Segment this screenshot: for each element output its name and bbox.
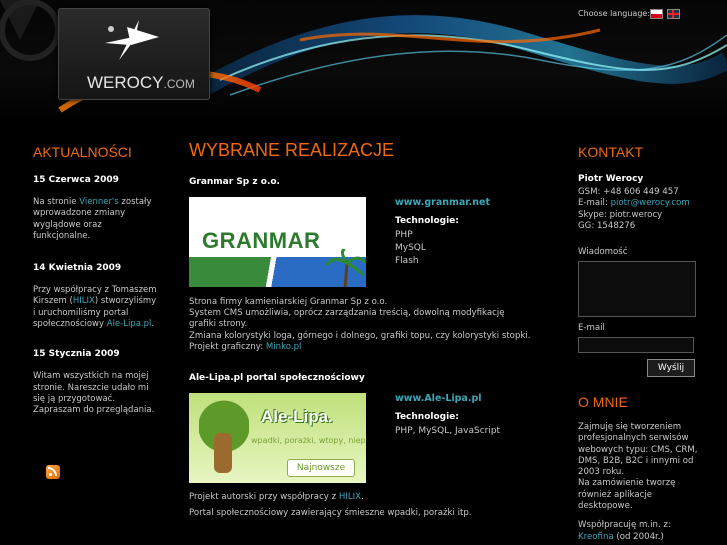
main-content: WYBRANE REALIZACJE [189, 140, 534, 161]
news-column: AKTUALNOŚCI 15 Czerwca 2009 Na stronie V… [33, 144, 158, 417]
contact-skype: Skype: piotr.werocy [578, 209, 663, 220]
tech-item: MySQL [395, 243, 426, 253]
news-title: AKTUALNOŚCI [33, 144, 132, 160]
thumbnail-logo-text: GRANMAR [202, 228, 321, 253]
tech-item: PHP [395, 230, 413, 240]
contact-name: Piotr Werocy [578, 174, 644, 184]
about-text: Na zamówienie tworzę również aplikacje d… [578, 478, 676, 512]
project-title: Granmar Sp z o.o. [189, 177, 280, 187]
news-link[interactable]: Ale-Lipa.pl [107, 319, 152, 329]
contact-column: KONTAKT Piotr Werocy GSM: +48 606 449 45… [578, 144, 703, 257]
news-text: Na stronie Vienner's zostały wprowadzone… [33, 197, 152, 241]
contact-title: KONTAKT [578, 144, 644, 160]
contact-gg: GG: 1548276 [578, 220, 636, 231]
logo-mark-icon [105, 20, 159, 60]
news-date: 14 Kwietnia 2009 [33, 263, 122, 274]
about-text: Zajmuję się tworzeniem profesjonalnych s… [578, 422, 698, 478]
partner-link[interactable]: Kreofina [578, 532, 614, 542]
project-url-link[interactable]: www.Ale-Lipa.pl [395, 393, 482, 404]
project-description: Strona firmy kamieniarskiej Granmar Sp z… [189, 297, 531, 352]
flag-pl-icon[interactable] [650, 9, 663, 19]
tech-item: Flash [395, 256, 419, 266]
thumbnail-tagline: wpadki, porażki, wtopy, niep [251, 436, 366, 445]
email-field[interactable] [578, 337, 694, 353]
send-button[interactable]: Wyślij [647, 359, 695, 377]
project-description: Projekt autorski przy współpracy z HILIX… [189, 492, 472, 519]
news-link[interactable]: Vienner's [79, 197, 118, 207]
tech-label: Technologie: [395, 216, 459, 226]
main-title: WYBRANE REALIZACJE [189, 140, 395, 160]
designer-link[interactable]: Minko.pl [266, 342, 302, 352]
palm-tree-icon [325, 249, 365, 287]
about-text: Współpracuję m.in. z: [578, 520, 671, 531]
project-thumbnail[interactable]: Ale-Lipa. wpadki, porażki, wtopy, niep N… [189, 393, 366, 483]
project-url-link[interactable]: www.granmar.net [395, 197, 490, 208]
about-section: O MNIE Zajmuję się tworzeniem profesjona… [578, 394, 703, 543]
rss-icon[interactable] [46, 465, 60, 479]
news-item: 15 Czerwca 2009 Na stronie Vienner's zos… [33, 175, 158, 242]
flag-en-icon[interactable] [667, 9, 680, 19]
message-label: Wiadomość [578, 247, 628, 258]
project-thumbnail[interactable]: GRANMAR [189, 197, 366, 287]
header: WEROCY.COM Choose language: [0, 0, 727, 122]
news-item: 15 Stycznia 2009 Witam wszystkich na moj… [33, 349, 158, 416]
contact-email: E-mail: piotr@werocy.com [578, 198, 690, 209]
about-title: O MNIE [578, 394, 628, 410]
partner-link[interactable]: HILIX [339, 492, 361, 502]
tech-list: PHP, MySQL, JavaScript [395, 425, 500, 438]
news-date: 15 Czerwca 2009 [33, 175, 119, 185]
logo[interactable]: WEROCY.COM [58, 8, 210, 100]
news-text: Przy współpracy z Tomaszem Kirszem (HILI… [33, 285, 157, 330]
news-item: 14 Kwietnia 2009 Przy współpracy z Tomas… [33, 263, 158, 330]
message-field[interactable] [578, 261, 696, 317]
thumbnail-button: Najnowsze [287, 459, 355, 477]
tech-list: PHP MySQL Flash [395, 229, 426, 268]
logo-text: WEROCY.COM [87, 73, 195, 92]
contact-gsm: GSM: +48 606 449 457 [578, 187, 679, 197]
about-partner: Kreofina (od 2004r.) [578, 531, 664, 542]
tech-item: PHP, MySQL, JavaScript [395, 426, 501, 436]
tech-label: Technologie: [395, 412, 459, 422]
news-text: Witam wszystkich na mojej stronie. Nares… [33, 371, 155, 416]
language-label: Choose language: [578, 9, 651, 18]
news-date: 15 Stycznia 2009 [33, 349, 120, 360]
project-title: Ale-Lipa.pl portal społecznościowy [189, 373, 365, 383]
thumbnail-logo-text: Ale-Lipa. [261, 407, 333, 426]
news-link[interactable]: HILIX [73, 296, 95, 306]
email-field-label: E-mail [578, 323, 605, 333]
email-link[interactable]: piotr@werocy.com [611, 198, 690, 208]
